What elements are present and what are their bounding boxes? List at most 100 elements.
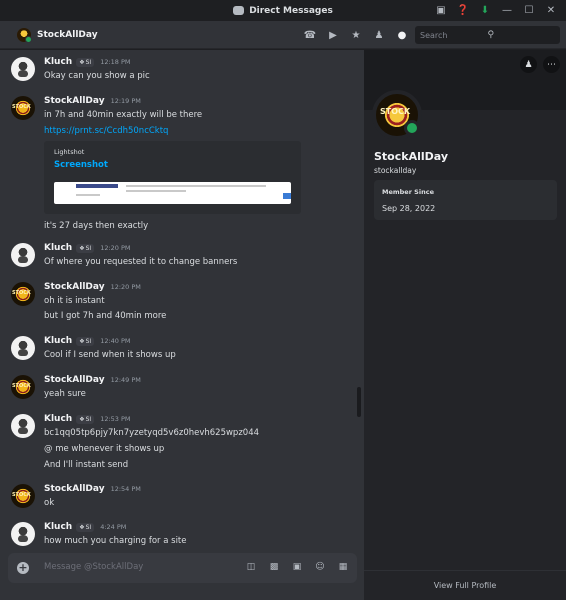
download-icon[interactable]: ⬇ bbox=[474, 0, 496, 21]
avatar[interactable] bbox=[11, 375, 35, 399]
embed-image-detail bbox=[126, 190, 186, 192]
search-input[interactable]: Search ⚲ bbox=[415, 26, 560, 44]
username[interactable]: Kluch bbox=[44, 336, 72, 346]
timestamp: 12:18 PM bbox=[100, 58, 131, 66]
member-since-date: Sep 28, 2022 bbox=[382, 204, 436, 213]
message-header: Kluch ❖ SI 4:24 PM bbox=[44, 522, 126, 532]
help-icon[interactable]: ❓ bbox=[452, 0, 474, 21]
video-call-icon[interactable]: ▶ bbox=[327, 29, 339, 41]
avatar[interactable] bbox=[11, 243, 35, 267]
gift-icon[interactable]: ◫ bbox=[245, 561, 257, 573]
message-header: StockAllDay 12:49 PM bbox=[44, 375, 141, 385]
pinned-messages-icon[interactable]: ★ bbox=[350, 29, 362, 41]
message-list[interactable]: Kluch ❖ SI 12:18 PM Okay can you show a … bbox=[0, 50, 364, 551]
member-since-card: Member Since Sep 28, 2022 bbox=[374, 180, 557, 220]
add-friend-icon[interactable]: ♟ bbox=[520, 56, 537, 73]
embed-image-detail bbox=[76, 184, 118, 188]
message-text: in 7h and 40min exactly will be there bbox=[44, 110, 203, 120]
inbox-icon[interactable]: ▣ bbox=[430, 0, 452, 21]
link-embed: Lightshot Screenshot bbox=[44, 141, 301, 214]
avatar[interactable] bbox=[11, 57, 35, 81]
clan-tag-text: SI bbox=[85, 337, 92, 345]
avatar[interactable] bbox=[11, 96, 35, 120]
clan-tag-text: SI bbox=[85, 244, 92, 252]
message-text: Okay can you show a pic bbox=[44, 71, 150, 81]
view-full-profile-button[interactable]: View Full Profile bbox=[364, 570, 566, 600]
embed-image-detail bbox=[76, 194, 100, 196]
username[interactable]: Kluch bbox=[44, 57, 72, 67]
timestamp: 12:19 PM bbox=[110, 97, 141, 105]
emoji-icon[interactable]: ☺ bbox=[314, 561, 326, 573]
clan-tag: ❖ SI bbox=[76, 57, 95, 67]
message-text: yeah sure bbox=[44, 389, 86, 399]
message-text: ok bbox=[44, 498, 55, 508]
profile-avatar[interactable]: STOCK bbox=[372, 90, 422, 140]
close-button[interactable]: ✕ bbox=[540, 0, 562, 21]
message-header: StockAllDay 12:20 PM bbox=[44, 282, 141, 292]
member-since-label: Member Since bbox=[382, 188, 434, 196]
profile-display-name: StockAllDay bbox=[374, 150, 449, 163]
header-actions: ☎ ▶ ★ ♟ ● bbox=[304, 21, 408, 49]
username[interactable]: StockAllDay bbox=[44, 96, 105, 106]
header-username[interactable]: StockAllDay bbox=[37, 30, 98, 40]
embed-image[interactable] bbox=[54, 182, 291, 204]
timestamp: 12:54 PM bbox=[110, 485, 141, 493]
message-text: Cool if I send when it shows up bbox=[44, 350, 176, 360]
username[interactable]: Kluch bbox=[44, 243, 72, 253]
clan-tag: ❖ SI bbox=[76, 522, 95, 532]
clan-tag: ❖ SI bbox=[76, 336, 95, 346]
username[interactable]: Kluch bbox=[44, 522, 72, 532]
profile-username: stockallday bbox=[374, 166, 417, 175]
message-header: StockAllDay 12:54 PM bbox=[44, 484, 141, 494]
add-friends-to-dm-icon[interactable]: ♟ bbox=[373, 29, 385, 41]
attach-plus-icon[interactable]: + bbox=[17, 562, 29, 574]
window-title: Direct Messages bbox=[249, 5, 333, 16]
avatar[interactable] bbox=[11, 484, 35, 508]
composer-actions: ◫ ▩ ▣ ☺ ▦ bbox=[245, 561, 349, 573]
message-header: Kluch ❖ SI 12:40 PM bbox=[44, 336, 131, 346]
message-composer[interactable]: + Message @StockAllDay ◫ ▩ ▣ ☺ ▦ bbox=[8, 553, 357, 583]
username[interactable]: StockAllDay bbox=[44, 282, 105, 292]
apps-icon[interactable]: ▦ bbox=[337, 561, 349, 573]
username[interactable]: Kluch bbox=[44, 414, 72, 424]
avatar[interactable] bbox=[11, 282, 35, 306]
discord-logo-icon bbox=[233, 6, 245, 15]
clan-tag-text: SI bbox=[85, 523, 92, 531]
embed-provider[interactable]: Lightshot bbox=[54, 148, 84, 156]
user-profile-icon[interactable]: ● bbox=[396, 29, 408, 41]
embed-image-detail bbox=[126, 185, 266, 187]
message-link[interactable]: https://prnt.sc/Ccdh50ncCktq bbox=[44, 126, 168, 136]
avatar[interactable] bbox=[11, 336, 35, 360]
clan-tag: ❖ SI bbox=[76, 243, 95, 253]
timestamp: 12:49 PM bbox=[110, 376, 141, 384]
message-text: it's 27 days then exactly bbox=[44, 221, 149, 231]
scrollbar-thumb[interactable] bbox=[357, 387, 361, 417]
timestamp: 12:40 PM bbox=[100, 337, 131, 345]
more-options-icon[interactable]: ⋯ bbox=[543, 56, 560, 73]
gif-icon[interactable]: ▩ bbox=[268, 561, 280, 573]
username[interactable]: StockAllDay bbox=[44, 375, 105, 385]
message-text: but I got 7h and 40min more bbox=[44, 311, 167, 321]
dm-header: StockAllDay ☎ ▶ ★ ♟ ● Search ⚲ bbox=[0, 21, 566, 49]
search-icon: ⚲ bbox=[487, 30, 495, 40]
message-text: how much you charging for a site bbox=[44, 536, 187, 546]
title-bar: Direct Messages ▣ ❓ ⬇ — ☐ ✕ bbox=[0, 0, 566, 21]
timestamp: 12:20 PM bbox=[100, 244, 131, 252]
message-text: oh it is instant bbox=[44, 296, 105, 306]
message-input[interactable]: Message @StockAllDay bbox=[44, 562, 143, 572]
message-text: @ me whenever it shows up bbox=[44, 444, 165, 454]
user-profile-panel: ♟ ⋯ STOCK StockAllDay stockallday Member… bbox=[364, 50, 566, 600]
message-text: Of where you requested it to change bann… bbox=[44, 257, 238, 267]
embed-title[interactable]: Screenshot bbox=[54, 160, 108, 170]
username[interactable]: StockAllDay bbox=[44, 484, 105, 494]
minimize-button[interactable]: — bbox=[496, 0, 518, 21]
clan-tag: ❖ SI bbox=[76, 414, 95, 424]
sticker-icon[interactable]: ▣ bbox=[291, 561, 303, 573]
voice-call-icon[interactable]: ☎ bbox=[304, 29, 316, 41]
avatar[interactable] bbox=[11, 414, 35, 438]
avatar[interactable] bbox=[11, 522, 35, 546]
maximize-button[interactable]: ☐ bbox=[518, 0, 540, 21]
header-avatar[interactable] bbox=[17, 27, 32, 43]
chat-area: Kluch ❖ SI 12:18 PM Okay can you show a … bbox=[0, 50, 364, 600]
avatar-logo-text: STOCK bbox=[380, 107, 411, 116]
